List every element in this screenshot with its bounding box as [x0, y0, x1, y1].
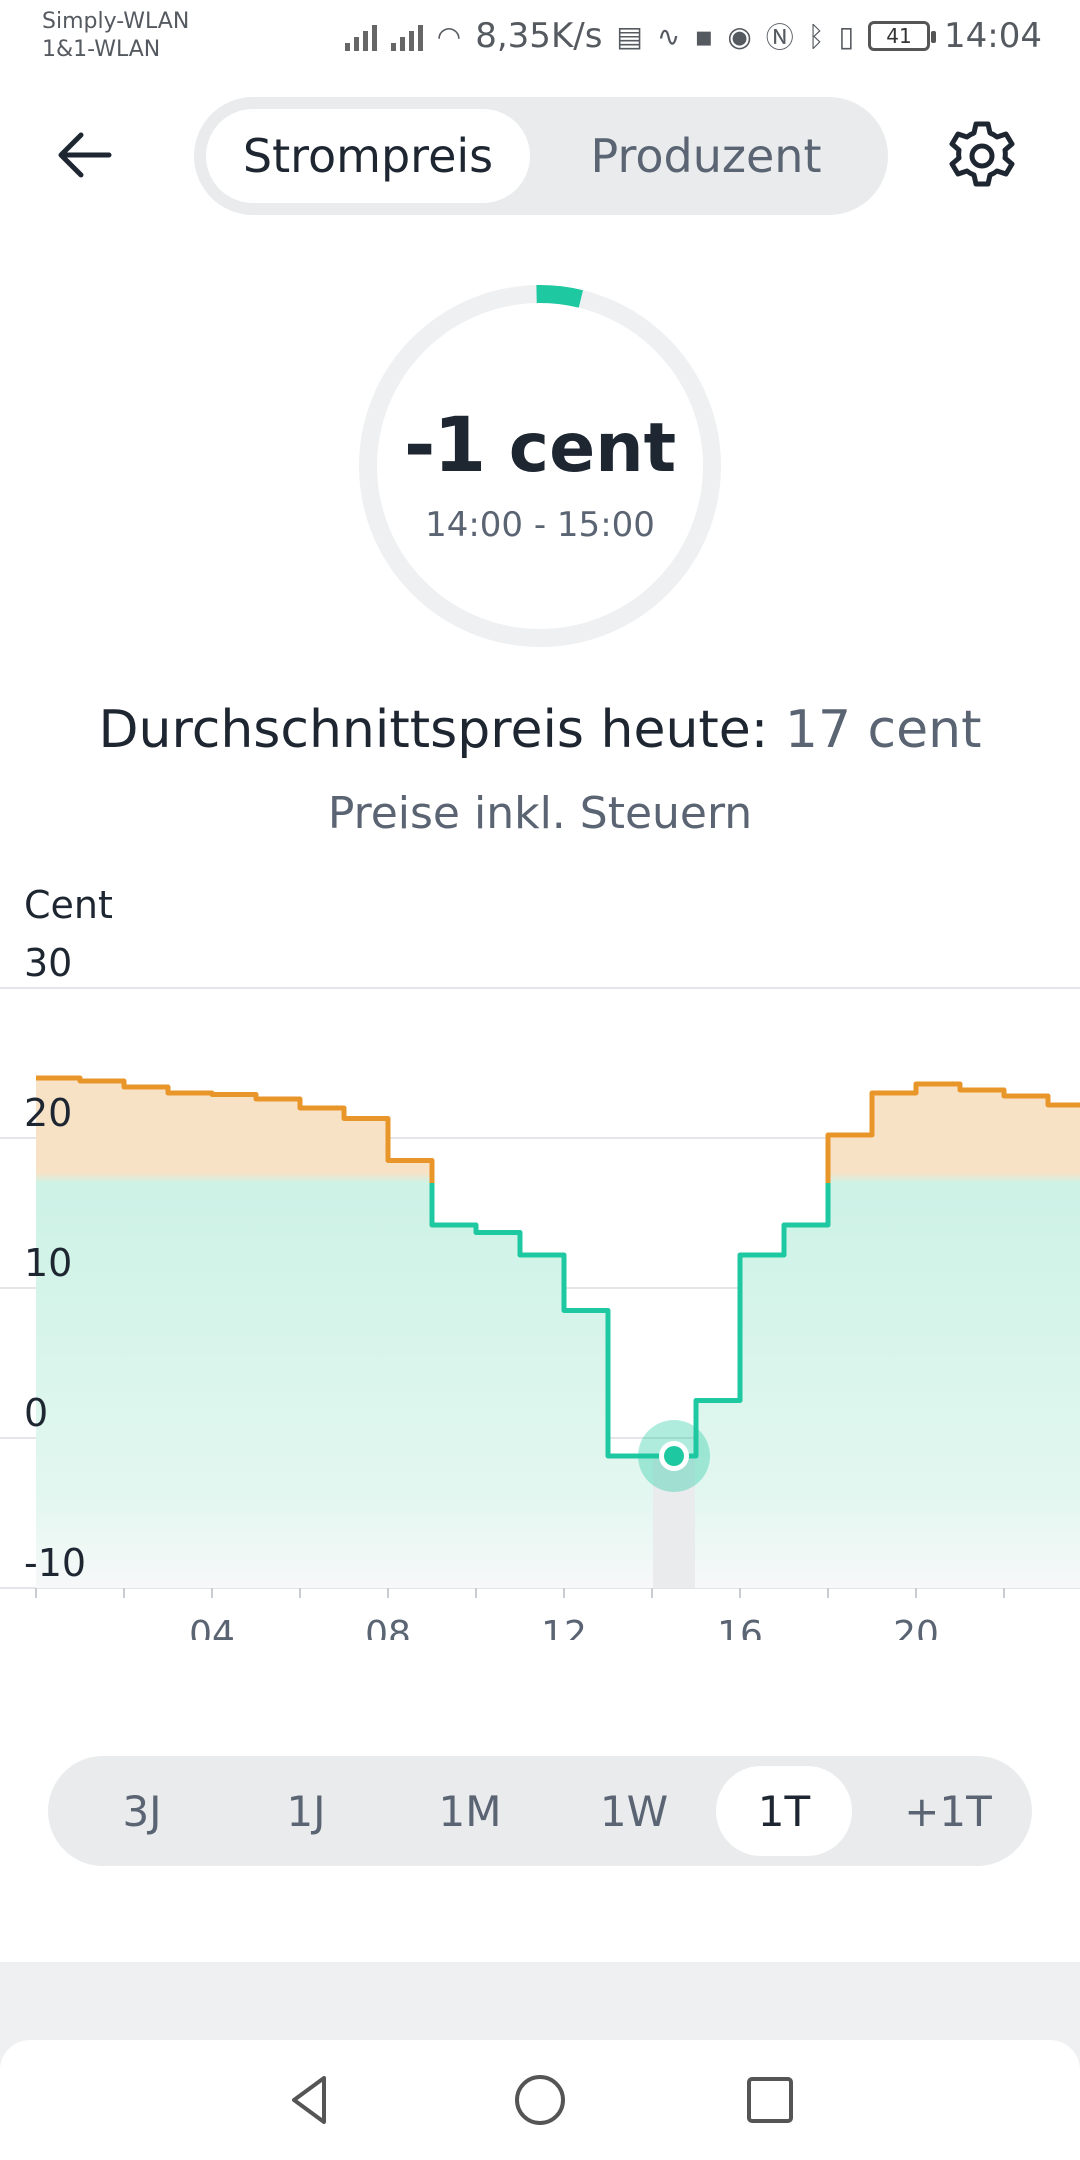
vibrate-icon: ▯	[838, 19, 855, 53]
gauge-arc	[536, 285, 584, 308]
recents-square-icon[interactable]	[740, 2070, 800, 2130]
average-price-value: 17 cent	[784, 700, 982, 760]
carrier-line2: 1&1-WLAN	[42, 37, 161, 62]
average-price: Durchschnittspreis heute: 17 cent	[0, 700, 1080, 760]
status-bar: Simply-WLAN 1&1-WLAN ◠ 8,35K/s ▤ ∿ ▪ ◉ Ⓝ…	[0, 0, 1080, 72]
range-option-3j[interactable]: 3J	[74, 1766, 210, 1856]
current-time-range: 14:00 - 15:00	[425, 505, 655, 545]
status-icons: ◠ 8,35K/s ▤ ∿ ▪ ◉ Ⓝ ᛒ ▯ 41 14:04	[344, 14, 1042, 58]
carrier-line1: Simply-WLAN	[42, 9, 190, 34]
tab-strompreis[interactable]: Strompreis	[206, 109, 530, 203]
tax-note: Preise inkl. Steuern	[327, 788, 753, 839]
range-option-1m[interactable]: 1M	[402, 1766, 538, 1856]
x-axis-labels: 04 08 12 16 20	[35, 1588, 1005, 1640]
y-tick-label: 20	[24, 1091, 72, 1135]
selected-point-marker[interactable]	[638, 1420, 710, 1492]
x-tick-label: 16	[717, 1614, 763, 1640]
range-option-1j[interactable]: 1J	[238, 1766, 374, 1856]
battery-icon: 41	[868, 21, 937, 51]
x-tick-label: 08	[365, 1614, 411, 1640]
clock: 14:04	[944, 16, 1042, 56]
activity-icon: ∿	[656, 19, 681, 53]
view-tabs: Strompreis Produzent	[194, 97, 888, 215]
signal-icon	[390, 21, 423, 51]
y-tick-label: 0	[24, 1391, 48, 1435]
app-notification-icon: ▪	[694, 19, 714, 53]
notification-icon: ▤	[616, 19, 643, 53]
y-tick-label: 10	[24, 1241, 72, 1285]
x-tick-label: 12	[541, 1614, 587, 1640]
back-button[interactable]	[50, 125, 120, 185]
back-triangle-icon[interactable]	[280, 2070, 340, 2130]
y-axis-title: Cent	[24, 883, 113, 927]
current-price-unit: cent	[508, 409, 677, 488]
x-tick-label: 04	[189, 1614, 235, 1640]
range-option-1t[interactable]: 1T	[716, 1766, 852, 1856]
range-option-1w[interactable]: 1W	[566, 1766, 702, 1856]
current-price: -1 cent	[0, 400, 1080, 489]
average-price-label: Durchschnittspreis heute:	[98, 700, 769, 760]
wifi-icon: ◠	[436, 19, 462, 53]
nfc-icon: Ⓝ	[765, 21, 794, 54]
y-tick-label: 30	[24, 941, 72, 985]
range-option-plus1t[interactable]: +1T	[880, 1766, 1016, 1856]
carrier-info: Simply-WLAN 1&1-WLAN	[42, 8, 189, 64]
bluetooth-icon: ᛒ	[807, 19, 825, 53]
signal-icon	[344, 21, 377, 51]
current-price-value: -1	[403, 400, 486, 489]
eye-icon: ◉	[727, 19, 752, 53]
home-circle-icon[interactable]	[510, 2070, 570, 2130]
range-selector: 3J 1J 1M 1W 1T +1T	[48, 1756, 1032, 1866]
arrow-left-icon	[58, 132, 112, 178]
network-speed: 8,35K/s	[475, 16, 603, 56]
battery-level: 41	[886, 24, 912, 48]
price-chart[interactable]: 30 20 10 0 -10 04 08 12 16 20 Cent	[0, 880, 1080, 1640]
y-tick-label: -10	[24, 1541, 86, 1585]
price-area	[36, 1078, 1080, 1588]
settings-button[interactable]	[942, 116, 1022, 196]
x-tick-label: 20	[893, 1614, 939, 1640]
tab-produzent[interactable]: Produzent	[534, 109, 878, 203]
marker-dot	[664, 1446, 684, 1466]
gear-icon	[949, 121, 1015, 187]
